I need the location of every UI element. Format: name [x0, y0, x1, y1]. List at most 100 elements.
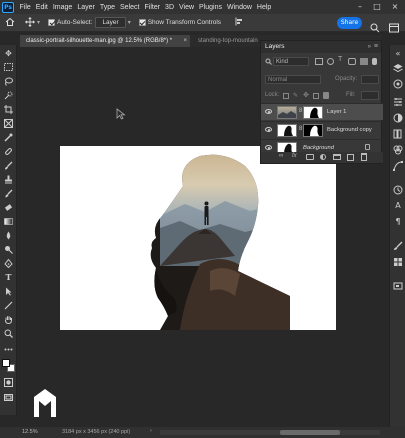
zoom-level[interactable]: 12.5%	[22, 429, 38, 435]
swatches-panel-icon[interactable]	[393, 257, 403, 267]
horizontal-scrollbar[interactable]	[160, 430, 380, 435]
layer-row-background-copy[interactable]: 8 Background copy	[261, 121, 383, 138]
marquee-tool-icon[interactable]	[3, 63, 14, 72]
link-icon[interactable]: 8	[299, 108, 302, 114]
auto-select-checkbox[interactable]	[48, 18, 57, 26]
visibility-eye-icon[interactable]	[265, 127, 272, 132]
adjustments-panel-icon[interactable]	[393, 113, 403, 123]
search-icon[interactable]	[370, 18, 380, 33]
status-menu-chevron-icon[interactable]: ›	[150, 428, 152, 434]
home-icon[interactable]	[5, 17, 15, 29]
filter-pixel-icon[interactable]	[315, 58, 323, 65]
collapse-panel-icon[interactable]: »	[368, 41, 371, 53]
visibility-eye-icon[interactable]	[265, 145, 272, 150]
menu-file[interactable]: File	[17, 4, 33, 11]
add-mask-icon[interactable]	[306, 154, 314, 160]
menu-layer[interactable]: Layer	[75, 4, 98, 11]
move-tool-icon[interactable]: ✥	[3, 49, 14, 58]
history-brush-tool-icon[interactable]	[3, 189, 14, 198]
menu-help[interactable]: Help	[254, 4, 273, 11]
scrollbar-thumb[interactable]	[280, 430, 340, 435]
crop-tool-icon[interactable]	[3, 105, 14, 114]
link-icon[interactable]: 8	[299, 126, 302, 132]
filter-shape-icon[interactable]	[348, 58, 356, 65]
menu-edit[interactable]: Edit	[33, 4, 50, 11]
channels-panel-icon[interactable]	[393, 145, 403, 155]
menu-3d[interactable]: 3D	[163, 4, 177, 11]
menu-plugins[interactable]: Plugins	[197, 4, 225, 11]
gradient-tool-icon[interactable]	[3, 217, 14, 226]
menu-window[interactable]: Window	[225, 4, 255, 11]
minimize-button[interactable]: –	[353, 0, 367, 14]
menu-select[interactable]: Select	[118, 4, 142, 11]
opacity-field[interactable]	[361, 75, 379, 84]
filter-type-icon[interactable]: T	[338, 56, 342, 63]
dodge-tool-icon[interactable]	[3, 245, 14, 254]
adjustment-layer-icon[interactable]	[320, 154, 326, 160]
menu-image[interactable]: Image	[50, 4, 74, 11]
maximize-button[interactable]: □	[370, 0, 384, 14]
line-tool-icon[interactable]	[3, 301, 14, 310]
lock-artboard-icon[interactable]	[313, 93, 319, 99]
lock-image-icon[interactable]: ✎	[293, 92, 298, 99]
tool-preset-chevron-icon[interactable]: ▾	[37, 19, 40, 26]
eyedropper-tool-icon[interactable]	[3, 133, 14, 142]
panel-menu-icon[interactable]: ≡	[374, 41, 378, 53]
link-layers-icon[interactable]: ∞	[279, 153, 283, 159]
history-panel-icon[interactable]	[393, 185, 403, 195]
visibility-eye-icon[interactable]	[265, 109, 272, 114]
lasso-tool-icon[interactable]	[3, 77, 14, 86]
eraser-tool-icon[interactable]	[3, 203, 14, 212]
zoom-tool-icon[interactable]	[3, 329, 14, 338]
paths-panel-icon[interactable]	[393, 161, 403, 171]
type-tool-icon[interactable]: T	[3, 273, 14, 282]
color-panel-icon[interactable]	[393, 79, 403, 89]
frame-tool-icon[interactable]	[3, 119, 14, 128]
layer-name[interactable]: Layer 1	[327, 109, 346, 115]
layers-panel-icon[interactable]	[393, 63, 403, 73]
filter-smart-object-icon[interactable]	[360, 58, 368, 65]
character-panel-icon[interactable]: A	[393, 201, 403, 211]
layers-panel-title[interactable]: Layers	[265, 43, 285, 50]
document-canvas[interactable]	[60, 146, 336, 330]
properties-panel-icon[interactable]	[393, 97, 403, 107]
expand-panels-icon[interactable]: «	[393, 49, 403, 59]
move-tool-icon[interactable]	[25, 16, 35, 29]
align-left-icon[interactable]	[235, 17, 244, 28]
more-tools-icon[interactable]	[3, 345, 14, 354]
hand-tool-icon[interactable]	[3, 315, 14, 325]
lock-transparent-icon[interactable]	[283, 93, 289, 99]
fx-icon[interactable]: fx	[292, 153, 297, 159]
lock-all-icon[interactable]	[323, 92, 329, 99]
menu-type[interactable]: Type	[97, 4, 117, 11]
quick-mask-icon[interactable]	[3, 378, 14, 387]
quick-select-tool-icon[interactable]	[3, 91, 14, 100]
blend-mode-dropdown[interactable]: Normal	[265, 75, 321, 84]
color-swatches[interactable]	[2, 359, 15, 372]
filter-toggle-icon[interactable]	[372, 58, 377, 65]
layer-name[interactable]: Background	[303, 145, 334, 151]
lock-position-icon[interactable]: ✥	[303, 91, 309, 99]
navigator-panel-icon[interactable]	[393, 281, 403, 291]
brush-tool-icon[interactable]	[3, 161, 14, 170]
kind-dropdown[interactable]: Kind	[273, 57, 309, 66]
share-button[interactable]: Share	[337, 17, 362, 29]
search-icon[interactable]	[265, 58, 272, 65]
new-layer-icon[interactable]	[347, 154, 354, 161]
tab-classic-portrait[interactable]: classic-portrait-silhouette-man.jpg @ 12…	[20, 35, 190, 47]
filter-adjustment-icon[interactable]	[327, 58, 334, 65]
fill-field[interactable]	[361, 91, 379, 100]
auto-select-dropdown[interactable]: Layer	[95, 17, 126, 28]
screen-mode-icon[interactable]	[3, 393, 14, 402]
delete-layer-icon[interactable]	[361, 153, 367, 161]
menu-filter[interactable]: Filter	[142, 4, 163, 11]
menu-view[interactable]: View	[177, 4, 197, 11]
new-group-icon[interactable]	[333, 154, 341, 160]
layer-mask-thumbnail[interactable]	[303, 106, 323, 119]
paragraph-panel-icon[interactable]: ¶	[393, 217, 403, 227]
close-window-button[interactable]: ×	[388, 0, 402, 14]
layer-row-layer-1[interactable]: 8 Layer 1	[261, 103, 383, 120]
libraries-panel-icon[interactable]	[393, 129, 403, 139]
workspace-icon[interactable]	[389, 18, 399, 33]
dropdown-chevron-icon[interactable]: ▾	[128, 19, 131, 26]
